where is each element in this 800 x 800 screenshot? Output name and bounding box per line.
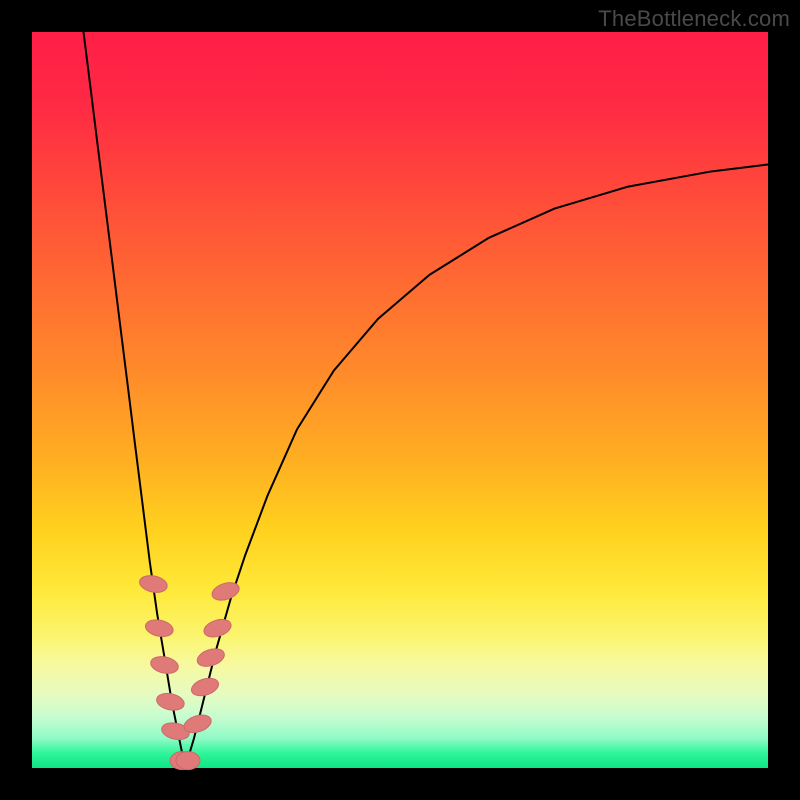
chart-svg bbox=[32, 32, 768, 768]
chart-frame: TheBottleneck.com bbox=[0, 0, 800, 800]
curve-left-branch bbox=[84, 32, 186, 768]
marker-dot bbox=[138, 573, 169, 594]
marker-dot bbox=[202, 616, 234, 640]
marker-dot bbox=[149, 654, 180, 675]
marker-dot bbox=[155, 691, 186, 712]
marker-dot bbox=[195, 646, 227, 670]
marker-dot bbox=[189, 675, 221, 699]
marker-dot bbox=[144, 617, 175, 638]
watermark-text: TheBottleneck.com bbox=[598, 6, 790, 32]
plot-area bbox=[32, 32, 768, 768]
marker-group bbox=[138, 573, 241, 769]
curve-right-branch bbox=[185, 165, 768, 769]
marker-dot bbox=[176, 752, 200, 770]
